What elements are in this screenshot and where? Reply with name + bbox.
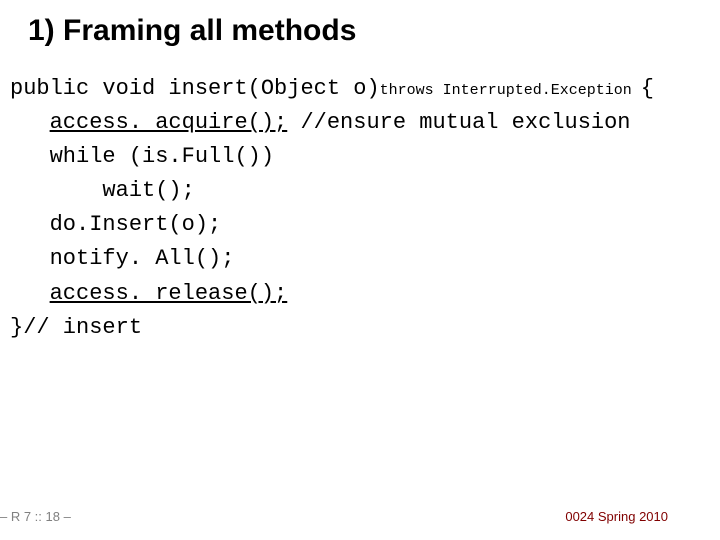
code-line-end: }// insert	[10, 315, 142, 340]
slide-title: 1) Framing all methods	[28, 14, 356, 48]
code-line-doinsert: do.Insert(o);	[50, 212, 222, 237]
code-signature-brace: {	[641, 76, 654, 101]
code-line-release: access. release();	[50, 281, 288, 306]
code-signature-prefix: public void insert(Object o)	[10, 76, 380, 101]
slide: 1) Framing all methods public void inser…	[0, 0, 720, 540]
code-line-acquire: access. acquire();	[50, 110, 288, 135]
page-number: – R 7 :: 18 –	[0, 509, 71, 524]
code-line-wait: wait();	[102, 178, 194, 203]
code-line-notify: notify. All();	[50, 246, 235, 271]
code-line-acquire-comment: //ensure mutual exclusion	[287, 110, 630, 135]
code-line-while: while (is.Full())	[50, 144, 274, 169]
code-signature-throws: throws Interrupted.Exception	[380, 82, 641, 99]
course-label: 0024 Spring 2010	[565, 509, 668, 524]
code-block: public void insert(Object o)throws Inter…	[10, 72, 710, 345]
